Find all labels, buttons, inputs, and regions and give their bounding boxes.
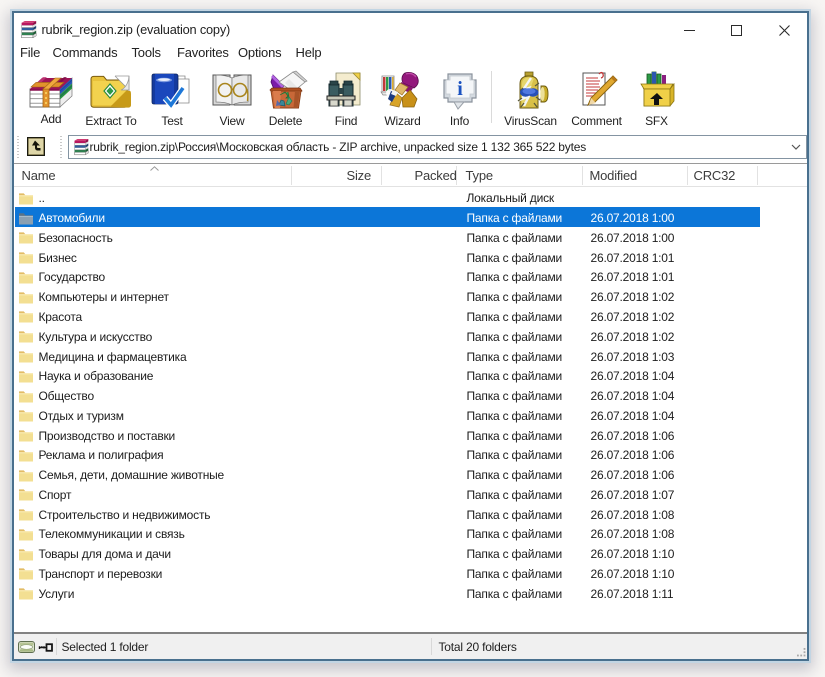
svg-text:i: i	[457, 78, 463, 100]
